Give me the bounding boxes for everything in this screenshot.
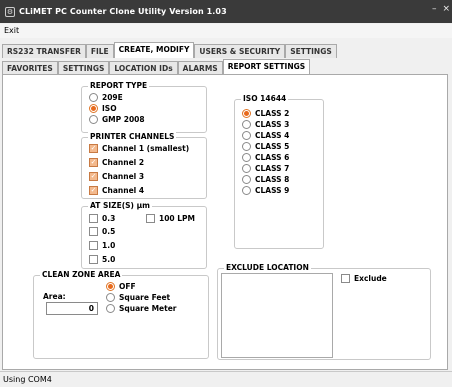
channel-4-checkbox[interactable]: ✓ <box>89 186 98 195</box>
exclude-location-legend: EXCLUDE LOCATION <box>224 263 311 272</box>
subtab-settings[interactable]: SETTINGS <box>57 61 110 75</box>
size-5-0[interactable]: 5.0 <box>89 255 115 264</box>
exclude-option[interactable]: Exclude <box>341 274 387 283</box>
iso-class-4[interactable]: CLASS 4 <box>242 131 289 140</box>
channel-1-checkbox[interactable]: ✓ <box>89 144 98 153</box>
size-1-0[interactable]: 1.0 <box>89 241 115 250</box>
exclude-location-list[interactable] <box>221 273 333 358</box>
radio-class-5[interactable] <box>242 142 251 151</box>
channel-4[interactable]: ✓ Channel 4 <box>89 186 144 195</box>
app-icon: ⚙ <box>5 6 15 17</box>
size-0-5-checkbox[interactable] <box>89 227 98 236</box>
area-input[interactable]: 0 <box>46 302 98 315</box>
radio-iso[interactable] <box>89 104 98 113</box>
tab-rs232-transfer[interactable]: RS232 TRANSFER <box>2 44 86 58</box>
channel-1[interactable]: ✓ Channel 1 (smallest) <box>89 144 189 153</box>
channel-3-checkbox[interactable]: ✓ <box>89 172 98 181</box>
iso-class-3[interactable]: CLASS 3 <box>242 120 289 129</box>
menu-exit[interactable]: Exit <box>4 26 19 35</box>
printer-channels-legend: PRINTER CHANNELS <box>88 132 177 141</box>
report-type-gmp-2008[interactable]: GMP 2008 <box>89 115 145 124</box>
clean-zone-square-meter[interactable]: Square Meter <box>106 304 177 313</box>
subtab-report-settings[interactable]: REPORT SETTINGS <box>222 59 311 75</box>
tab-settings[interactable]: SETTINGS <box>285 44 337 58</box>
radio-off[interactable] <box>106 282 115 291</box>
minimize-button[interactable]: – <box>432 4 437 14</box>
menu-bar: Exit <box>0 24 452 38</box>
channel-2[interactable]: ✓ Channel 2 <box>89 158 144 167</box>
radio-class-3[interactable] <box>242 120 251 129</box>
report-settings-panel: REPORT TYPE 209E ISO GMP 2008 PRINTER CH… <box>2 74 448 370</box>
radio-class-6[interactable] <box>242 153 251 162</box>
iso-14644-legend: ISO 14644 <box>241 94 289 103</box>
lpm-100[interactable]: 100 LPM <box>146 214 195 223</box>
close-button[interactable]: × <box>442 4 450 14</box>
report-type-209e[interactable]: 209E <box>89 93 123 102</box>
radio-class-8[interactable] <box>242 175 251 184</box>
radio-class-7[interactable] <box>242 164 251 173</box>
tab-file[interactable]: FILE <box>85 44 114 58</box>
iso-class-6[interactable]: CLASS 6 <box>242 153 289 162</box>
main-tab-strip: RS232 TRANSFER FILE CREATE, MODIFY USERS… <box>0 42 337 58</box>
iso-class-9[interactable]: CLASS 9 <box>242 186 289 195</box>
tab-create-modify[interactable]: CREATE, MODIFY <box>113 42 195 58</box>
size-0-3[interactable]: 0.3 <box>89 214 115 223</box>
radio-class-9[interactable] <box>242 186 251 195</box>
size-5-0-checkbox[interactable] <box>89 255 98 264</box>
radio-class-4[interactable] <box>242 131 251 140</box>
iso-class-5[interactable]: CLASS 5 <box>242 142 289 151</box>
channel-2-checkbox[interactable]: ✓ <box>89 158 98 167</box>
radio-square-feet[interactable] <box>106 293 115 302</box>
report-type-legend: REPORT TYPE <box>88 81 150 90</box>
subtab-alarms[interactable]: ALARMS <box>177 61 223 75</box>
radio-class-2[interactable] <box>242 109 251 118</box>
subtab-location-ids[interactable]: LOCATION IDs <box>109 61 178 75</box>
size-0-5[interactable]: 0.5 <box>89 227 115 236</box>
status-bar: Using COM4 <box>0 371 452 387</box>
report-type-iso[interactable]: ISO <box>89 104 117 113</box>
iso-class-2[interactable]: CLASS 2 <box>242 109 289 118</box>
area-label: Area: <box>43 292 66 301</box>
radio-square-meter[interactable] <box>106 304 115 313</box>
radio-gmp-2008[interactable] <box>89 115 98 124</box>
lpm-100-checkbox[interactable] <box>146 214 155 223</box>
clean-zone-legend: CLEAN ZONE AREA <box>40 270 123 279</box>
channel-3[interactable]: ✓ Channel 3 <box>89 172 144 181</box>
status-text: Using COM4 <box>3 375 52 384</box>
iso-class-8[interactable]: CLASS 8 <box>242 175 289 184</box>
iso-class-7[interactable]: CLASS 7 <box>242 164 289 173</box>
clean-zone-square-feet[interactable]: Square Feet <box>106 293 170 302</box>
at-sizes-legend: AT SIZE(S) μm <box>88 201 152 210</box>
exclude-checkbox[interactable] <box>341 274 350 283</box>
sub-tab-strip: FAVORITES SETTINGS LOCATION IDs ALARMS R… <box>0 59 311 75</box>
window-title: CLiMET PC Counter Clone Utility Version … <box>19 7 227 16</box>
tab-users-security[interactable]: USERS & SECURITY <box>194 44 286 58</box>
radio-209e[interactable] <box>89 93 98 102</box>
subtab-favorites[interactable]: FAVORITES <box>2 61 58 75</box>
size-0-3-checkbox[interactable] <box>89 214 98 223</box>
clean-zone-off[interactable]: OFF <box>106 282 136 291</box>
title-bar: ⚙ CLiMET PC Counter Clone Utility Versio… <box>0 0 452 23</box>
size-1-0-checkbox[interactable] <box>89 241 98 250</box>
